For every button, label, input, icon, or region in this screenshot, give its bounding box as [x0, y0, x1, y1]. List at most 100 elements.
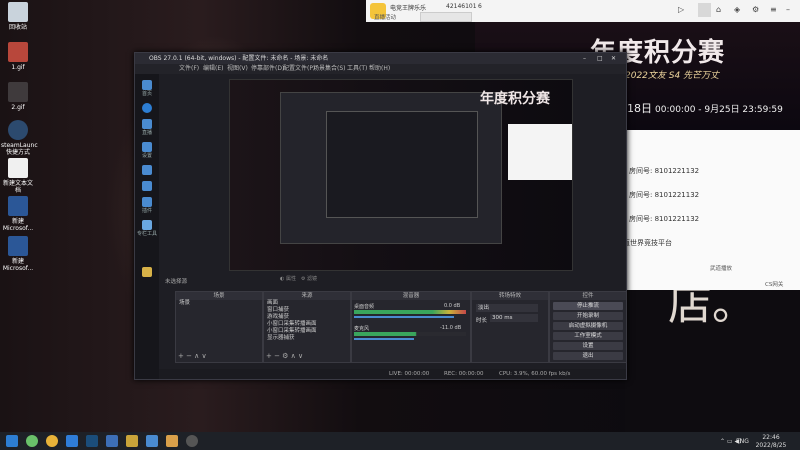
activity-dropdown[interactable]: 直播活动 — [374, 13, 396, 21]
sidebar-item-live[interactable]: 直播 — [135, 119, 159, 136]
menu-profile[interactable]: 配置文件(P) — [283, 64, 315, 74]
app-icon[interactable] — [146, 435, 158, 447]
home-icon[interactable] — [698, 3, 711, 17]
desktop-icon-label: 新建 Microsof... — [2, 258, 34, 272]
minimize-icon[interactable]: – — [786, 5, 790, 14]
desktop-icon-text-doc[interactable]: 新建文本文档 — [1, 158, 35, 194]
platform-footer: 直世界竞技平台 — [623, 239, 672, 247]
desktop-icon-word-2[interactable]: 新建 Microsof... — [1, 236, 35, 272]
menu-help[interactable]: 帮助(H) — [369, 64, 390, 74]
settings-icon[interactable]: ⚙ — [752, 5, 759, 14]
bottom-left-link[interactable]: 武道播放 — [710, 264, 732, 272]
start-button[interactable] — [6, 435, 18, 447]
obs-title: OBS 27.0.1 (64-bit, windows) - 配置文件: 未命名… — [149, 55, 329, 62]
gamepad-icon[interactable]: ◈ — [734, 5, 740, 14]
desktop-icon-recycle-bin[interactable]: 回收站 — [1, 2, 35, 31]
live-time: LIVE: 00:00:00 — [389, 371, 430, 377]
transition-select[interactable]: 淡出 — [476, 304, 538, 312]
clock-time[interactable]: 22:46 — [756, 434, 786, 441]
sidebar-item-b[interactable] — [135, 181, 159, 191]
menu-scene-collection[interactable]: 场景集合(S) — [313, 64, 346, 74]
volume-slider[interactable] — [354, 338, 414, 340]
virtual-camera-button[interactable]: 启动虚拟摄像机 — [553, 322, 623, 330]
app-icon — [142, 181, 152, 191]
sidebar-item-tools[interactable]: 专栏工具 — [135, 220, 159, 237]
source-item[interactable]: 小窗口采集转播画面 — [264, 321, 350, 328]
clock-date[interactable]: 2022/8/25 — [752, 442, 790, 449]
menu-file[interactable]: 文件(F) — [179, 64, 199, 74]
maximize-button[interactable]: □ — [597, 53, 603, 64]
menu-tools[interactable]: 工具(T) — [347, 64, 367, 74]
bottom-right-link[interactable]: CS网关 — [765, 280, 783, 288]
mixer-channel-name: 桌面音频 — [354, 304, 375, 310]
room-item[interactable]: 房间号: 8101221132 — [629, 190, 699, 200]
scene-controls[interactable]: + − ∧ ∨ — [178, 352, 207, 360]
source-item[interactable]: 窗口捕获 — [264, 307, 350, 314]
live-icon — [142, 119, 152, 129]
preview-controls[interactable]: ◐ 属性 ⚙ 滤镜 — [280, 275, 330, 282]
sidebar-item-plugin[interactable]: 插件 — [135, 197, 159, 214]
source-item[interactable]: 游戏捕获 — [264, 314, 350, 321]
source-item[interactable]: 小窗口采集转播画面 — [264, 328, 350, 335]
sidebar-item-ie[interactable] — [135, 103, 159, 113]
settings-button[interactable]: 设置 — [553, 342, 623, 350]
desktop-icon-steam[interactable]: steamLaunc 快捷方式 — [1, 120, 38, 156]
room-item[interactable]: 房间号: 8101221132 — [629, 166, 699, 176]
duration-label: 时长 — [476, 318, 488, 324]
app-icon[interactable] — [106, 435, 118, 447]
wechat-icon[interactable] — [26, 435, 38, 447]
obs-preview[interactable]: 年度积分赛 — [229, 79, 573, 271]
source-controls[interactable]: + − ⚙ ∧ ∨ — [266, 352, 303, 360]
sidebar-item-vip[interactable] — [135, 267, 159, 277]
app-icon[interactable] — [126, 435, 138, 447]
desktop-icon-word-1[interactable]: 新建 Microsof... — [1, 196, 35, 232]
sidebar-item-home[interactable]: 首页 — [135, 80, 159, 97]
volume-slider[interactable] — [354, 316, 454, 318]
sidebar-item-settings[interactable]: 设置 — [135, 142, 159, 159]
room-item[interactable]: 房间号: 8101221132 — [629, 214, 699, 224]
plugin-icon — [142, 197, 152, 207]
app-icon[interactable] — [166, 435, 178, 447]
desktop-icon-label: steamLaunc 快捷方式 — [1, 142, 38, 156]
banner-subtitle: 2022文友 S4 先芒万丈 — [625, 71, 720, 81]
obs-sidebar: 首页 直播 设置 插件 专栏工具 — [135, 74, 159, 379]
start-recording-button[interactable]: 开始录制 — [553, 312, 623, 320]
menu-docks[interactable]: 停靠部件(D) — [251, 64, 284, 74]
controls-title: 控件 — [550, 292, 626, 300]
desktop-icon-gif-2[interactable]: 2.gif — [1, 82, 35, 111]
scene-item[interactable]: 场景 — [176, 300, 262, 307]
chat-input[interactable] — [420, 12, 472, 22]
chat-client-header: 电竞王牌乐乐 42146101 6 直播活动 ▷ ⌂ ◈ ⚙ ≡ – — [366, 0, 800, 22]
obs-taskbar-icon[interactable] — [186, 435, 198, 447]
chat-id: 42146101 — [446, 3, 477, 10]
browser-icon[interactable] — [66, 435, 78, 447]
menu-view[interactable]: 视图(V) — [227, 64, 248, 74]
desktop-icon-label: 回收站 — [8, 24, 27, 31]
menu-icon[interactable]: ≡ — [770, 5, 777, 14]
obs-window: OBS 27.0.1 (64-bit, windows) - 配置文件: 未命名… — [134, 52, 627, 380]
stop-stream-button[interactable]: 停止推流 — [553, 302, 623, 310]
gift-icon[interactable]: ⌂ — [716, 5, 721, 14]
close-button[interactable]: ✕ — [611, 53, 616, 64]
studio-mode-button[interactable]: 工作室模式 — [553, 332, 623, 340]
room-list-panel: 房间号: 8101221132 房间号: 8101221132 房间号: 810… — [623, 130, 800, 290]
menu-edit[interactable]: 编辑(E) — [203, 64, 223, 74]
exit-button[interactable]: 退出 — [553, 352, 623, 360]
sidebar-item-a[interactable] — [135, 165, 159, 175]
sources-panel: 来源 画面 窗口捕获 游戏捕获 小窗口采集转播画面 小窗口采集转播画面 显示器捕… — [263, 291, 351, 363]
word-file-icon — [8, 196, 28, 216]
mixer-panel: 混音器 桌面音频 0.0 dB 麦克风 -11.0 dB — [351, 291, 471, 363]
desktop-icon-gif-1[interactable]: 1.gif — [1, 42, 35, 71]
viewer-count: 6 — [478, 3, 482, 10]
sidebar-label: 直播 — [141, 130, 152, 136]
minimize-button[interactable]: – — [583, 53, 586, 64]
duration-input[interactable]: 300 ms — [490, 314, 538, 322]
cpu-fps: CPU: 3.9%, 60.00 fps — [499, 371, 558, 377]
screen-icon[interactable]: ▷ — [678, 5, 684, 14]
source-item[interactable]: 画面 — [264, 300, 350, 307]
language-indicator[interactable]: ENG — [736, 438, 749, 445]
source-item[interactable]: 显示器捕获 — [264, 335, 350, 342]
sources-title: 来源 — [264, 292, 350, 300]
steam-icon[interactable] — [86, 435, 98, 447]
chrome-icon[interactable] — [46, 435, 58, 447]
